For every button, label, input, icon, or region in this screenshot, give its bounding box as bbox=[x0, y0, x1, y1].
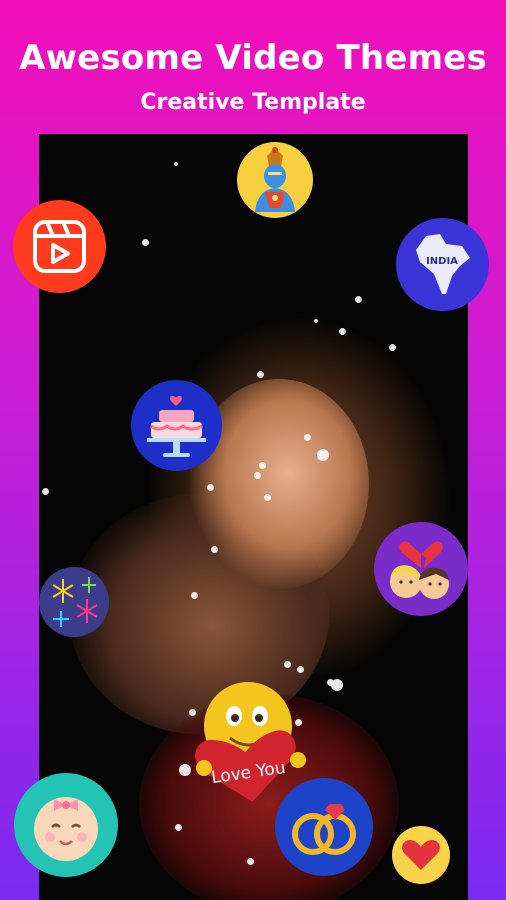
theme-breakup[interactable] bbox=[374, 522, 468, 616]
headline-subtitle: Creative Template bbox=[140, 90, 366, 115]
sparkle bbox=[317, 449, 329, 461]
sparkle bbox=[297, 666, 304, 673]
theme-festival[interactable] bbox=[39, 567, 109, 637]
sparkle bbox=[314, 319, 318, 323]
theme-devotional[interactable] bbox=[237, 142, 313, 218]
sparkle bbox=[207, 484, 214, 491]
sparkle bbox=[211, 546, 218, 553]
theme-baby[interactable] bbox=[14, 773, 118, 877]
fireworks-icon bbox=[52, 577, 98, 627]
theme-birthday[interactable] bbox=[131, 380, 222, 471]
sparkle bbox=[191, 592, 198, 599]
sparkle bbox=[284, 661, 291, 668]
sparkle bbox=[339, 328, 346, 335]
theme-romance[interactable] bbox=[392, 826, 450, 884]
sparkle bbox=[174, 162, 178, 166]
india-map-icon: INDIA bbox=[416, 234, 470, 294]
god-avatar-icon bbox=[255, 147, 295, 212]
theme-wedding[interactable] bbox=[275, 778, 373, 876]
wedding-rings-icon bbox=[292, 804, 356, 855]
sparkle bbox=[247, 858, 254, 865]
sparkle bbox=[331, 679, 343, 691]
sparkle bbox=[264, 494, 271, 501]
sparkle bbox=[254, 472, 261, 479]
broken-heart-couple-icon bbox=[390, 541, 449, 599]
video-reels-icon bbox=[33, 220, 86, 273]
sparkle bbox=[259, 462, 266, 469]
sparkle bbox=[257, 371, 264, 378]
sparkle bbox=[42, 488, 49, 495]
sparkle bbox=[389, 344, 396, 351]
india-label: INDIA bbox=[426, 256, 458, 267]
theme-india[interactable]: INDIA bbox=[396, 218, 489, 311]
headline-title: Awesome Video Themes bbox=[19, 38, 487, 78]
sparkle bbox=[355, 296, 362, 303]
sparkle bbox=[304, 434, 311, 441]
sparkle bbox=[142, 239, 149, 246]
theme-reels[interactable] bbox=[13, 200, 106, 293]
baby-face-icon bbox=[34, 797, 98, 861]
sparkle bbox=[175, 824, 182, 831]
heart-icon bbox=[402, 840, 440, 870]
birthday-cake-icon bbox=[147, 395, 206, 457]
